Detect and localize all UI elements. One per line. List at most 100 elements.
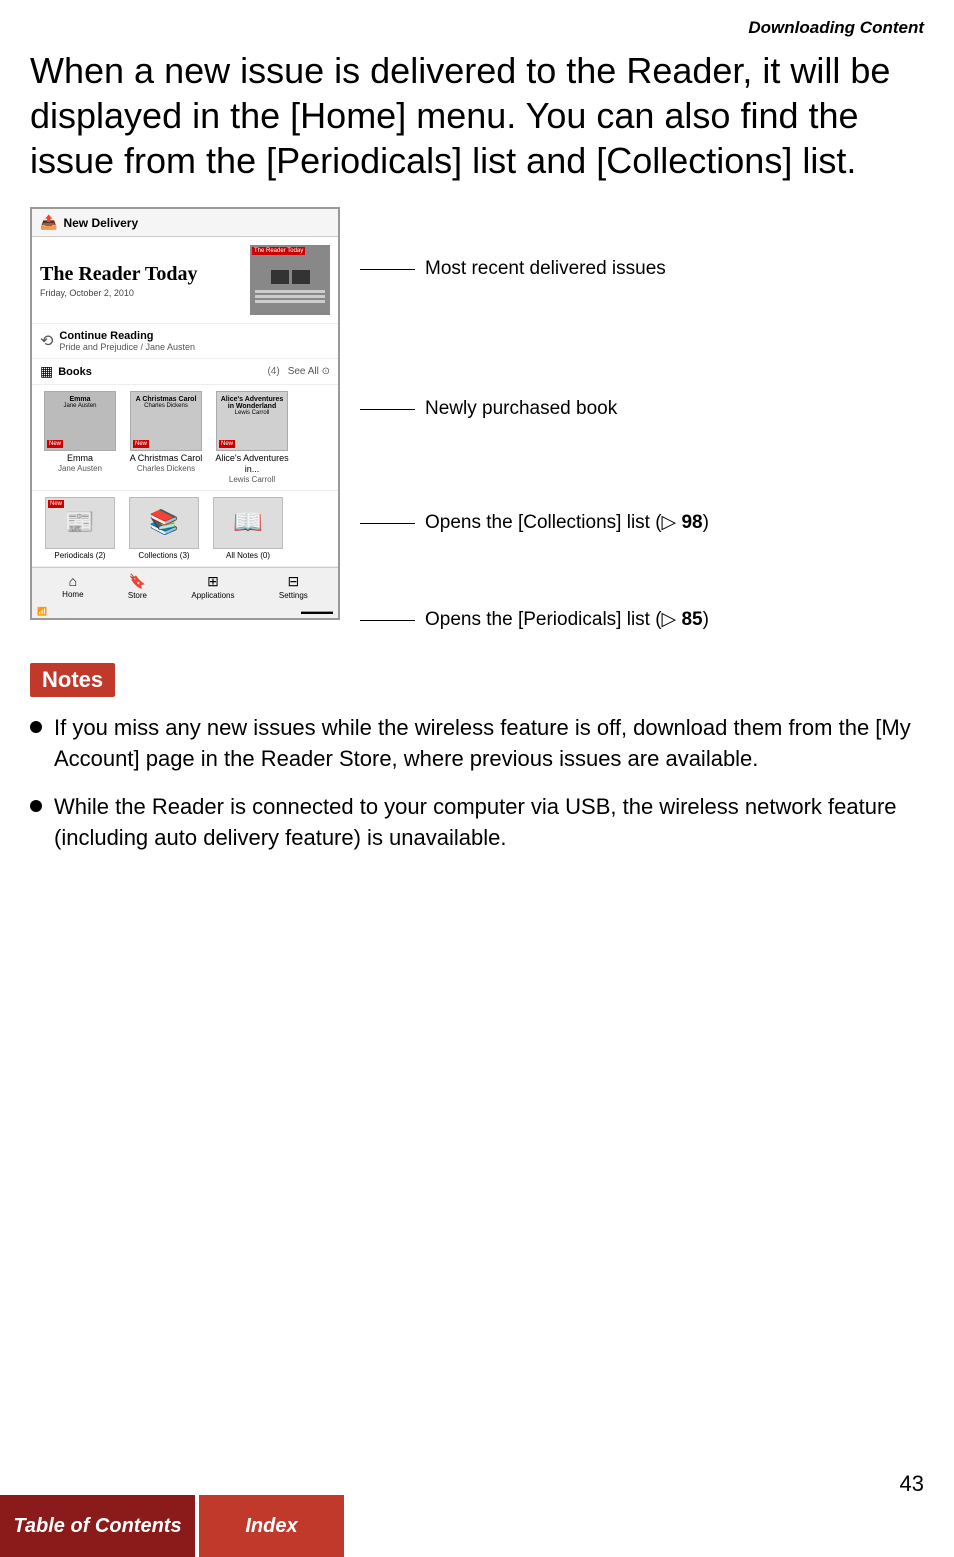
annotation-2: Newly purchased book	[360, 397, 924, 422]
book-new-badge-0: New	[47, 440, 63, 448]
continue-sub: Pride and Prejudice / Jane Austen	[59, 342, 195, 352]
page-number: 43	[900, 1471, 924, 1497]
book-cover-title-0: Emma	[69, 396, 90, 403]
see-all[interactable]: See All ⊙	[288, 366, 330, 377]
header-title: Downloading Content	[748, 18, 924, 37]
device-upload-icon: 📤	[40, 214, 57, 231]
annotations-panel: Most recent delivered issues Newly purch…	[340, 207, 924, 633]
annotation-text-3: Opens the [Collections] list (▷ 98)	[425, 511, 709, 536]
book-name-0: Emma	[67, 453, 93, 464]
book-cover-title-1: A Christmas Carol	[136, 396, 197, 403]
device-mockup: 📤 New Delivery The Reader Today Friday, …	[30, 207, 340, 620]
device-section: 📤 New Delivery The Reader Today Friday, …	[30, 207, 924, 633]
device-status-bar: 📶 ▬▬▬▬	[32, 605, 338, 618]
book-author-1: Charles Dickens	[137, 464, 195, 473]
page-header: Downloading Content	[30, 18, 924, 38]
bullet-dot-0	[30, 721, 42, 733]
see-all-text: See All	[288, 366, 319, 377]
hero-line-1	[255, 290, 325, 293]
continue-text: Continue Reading Pride and Prejudice / J…	[59, 330, 195, 352]
bottom-item-allnotes[interactable]: 📖 All Notes (0)	[208, 497, 288, 560]
settings-icon: ⊟	[287, 573, 299, 590]
nav-home[interactable]: ⌂ Home	[62, 573, 83, 600]
book-name-1: A Christmas Carol	[130, 453, 203, 464]
device-continue: ⟲ Continue Reading Pride and Prejudice /…	[32, 324, 338, 359]
toc-label: Table of Contents	[13, 1515, 181, 1537]
book-cover-0: New Emma Jane Austen	[44, 391, 116, 451]
store-icon: 🔖	[129, 573, 146, 590]
hero-line-3	[255, 300, 325, 303]
home-icon: ⌂	[69, 573, 77, 589]
nav-settings[interactable]: ⊟ Settings	[279, 573, 308, 600]
device-books-header: ▦ Books (4) See All ⊙	[32, 359, 338, 385]
notes-badge: Notes	[30, 663, 115, 697]
hero-icons	[271, 270, 310, 284]
device-nav: ⌂ Home 🔖 Store ⊞ Applications ⊟ Settings	[32, 567, 338, 605]
annotation-text-2: Newly purchased book	[425, 397, 617, 422]
hero-icon-box-1	[271, 270, 289, 284]
nav-store[interactable]: 🔖 Store	[128, 573, 147, 600]
annotation-3: Opens the [Collections] list (▷ 98)	[360, 511, 924, 536]
book-name-2: Alice's Adventures in...	[212, 453, 292, 475]
notes-text-0: If you miss any new issues while the wir…	[54, 713, 924, 775]
book-item-0[interactable]: New Emma Jane Austen Emma Jane Austen	[40, 391, 120, 484]
book-cover-author-2: Lewis Carroll	[235, 410, 270, 416]
allnotes-icon-wrap: 📖	[213, 497, 283, 549]
book-cover-1: New A Christmas Carol Charles Dickens	[130, 391, 202, 451]
hero-badge: The Reader Today	[252, 247, 305, 255]
device-bottom-icons: New 📰 Periodicals (2) 📚 Collections (3) …	[32, 491, 338, 567]
notes-item-0: If you miss any new issues while the wir…	[30, 713, 924, 775]
main-text-content: When a new issue is delivered to the Rea…	[30, 50, 890, 181]
page-container: Downloading Content When a new issue is …	[0, 0, 954, 1557]
nav-home-label: Home	[62, 590, 83, 599]
annotation-text-1: Most recent delivered issues	[425, 257, 666, 282]
bullet-dot-1	[30, 800, 42, 812]
notes-list: If you miss any new issues while the wir…	[30, 713, 924, 854]
book-author-0: Jane Austen	[58, 464, 102, 473]
collections-icon-wrap: 📚	[129, 497, 199, 549]
annotation-4: Opens the [Periodicals] list (▷ 85)	[360, 608, 924, 633]
device-books-grid: New Emma Jane Austen Emma Jane Austen Ne…	[32, 385, 338, 491]
collections-label: Collections (3)	[138, 551, 189, 560]
nav-store-label: Store	[128, 591, 147, 600]
bottom-item-periodicals[interactable]: New 📰 Periodicals (2)	[40, 497, 120, 560]
books-icon: ▦	[40, 363, 53, 380]
books-label: Books	[58, 366, 267, 378]
allnotes-label: All Notes (0)	[226, 551, 270, 560]
continue-icon: ⟲	[40, 331, 53, 351]
device-hero: The Reader Today Friday, October 2, 2010…	[32, 237, 338, 324]
allnotes-icon: 📖	[233, 508, 263, 537]
hero-date: Friday, October 2, 2010	[40, 288, 250, 298]
new-badge-periodicals: New	[48, 500, 64, 508]
device-hero-left: The Reader Today Friday, October 2, 2010	[40, 263, 250, 298]
nav-applications-label: Applications	[191, 591, 234, 600]
nav-applications[interactable]: ⊞ Applications	[191, 573, 234, 600]
hero-icon-box-2	[292, 270, 310, 284]
annotation-1: Most recent delivered issues	[360, 257, 924, 282]
periodicals-label: Periodicals (2)	[54, 551, 105, 560]
periodicals-icon: 📰	[65, 508, 95, 537]
device-header-bar: 📤 New Delivery	[32, 209, 338, 237]
book-item-2[interactable]: New Alice's Adventures in Wonderland Lew…	[212, 391, 292, 484]
toc-button[interactable]: Table of Contents	[0, 1495, 195, 1557]
annotation-line-2	[360, 409, 415, 410]
index-label: Index	[245, 1515, 297, 1537]
book-item-1[interactable]: New A Christmas Carol Charles Dickens A …	[126, 391, 206, 484]
hero-line-2	[255, 295, 325, 298]
collections-icon: 📚	[149, 508, 179, 537]
book-cover-author-0: Jane Austen	[63, 403, 96, 409]
notes-text-1: While the Reader is connected to your co…	[54, 792, 924, 854]
footer-buttons: Table of Contents Index	[0, 1495, 954, 1557]
book-cover-author-1: Charles Dickens	[144, 403, 188, 409]
bottom-item-collections[interactable]: 📚 Collections (3)	[124, 497, 204, 560]
continue-title: Continue Reading	[59, 330, 195, 342]
book-new-badge-2: New	[219, 440, 235, 448]
status-right: ▬▬▬▬	[301, 607, 333, 616]
nav-settings-label: Settings	[279, 591, 308, 600]
hero-lines	[255, 288, 325, 305]
index-button[interactable]: Index	[199, 1495, 344, 1557]
applications-icon: ⊞	[207, 573, 219, 590]
notes-item-1: While the Reader is connected to your co…	[30, 792, 924, 854]
status-left: 📶	[37, 607, 47, 616]
book-new-badge-1: New	[133, 440, 149, 448]
